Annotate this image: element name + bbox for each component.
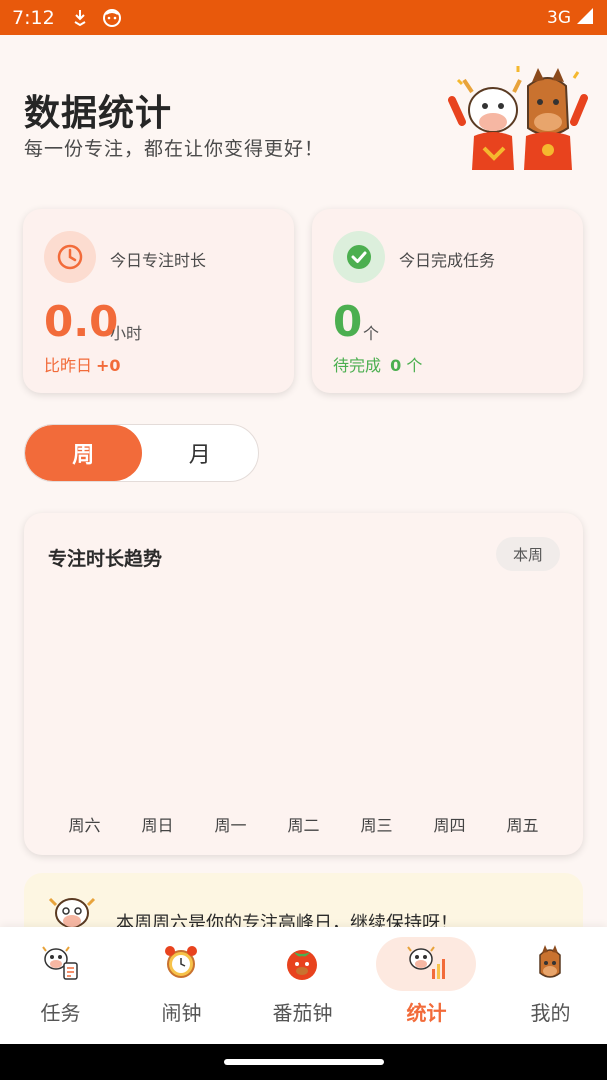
nav-item-stats[interactable]: 统计 bbox=[366, 927, 487, 1044]
mascot-illustration bbox=[448, 62, 588, 172]
tasks-completed-card: 今日完成任务 0 个 待完成 0 个 bbox=[312, 209, 583, 393]
cow-chart-icon bbox=[406, 943, 446, 983]
alarm-clock-icon bbox=[161, 943, 201, 983]
chart-x-tick-label: 周三 bbox=[360, 816, 392, 835]
focus-duration-value: 0.0 bbox=[44, 297, 119, 346]
system-nav-bar bbox=[0, 1044, 607, 1080]
download-icon bbox=[69, 7, 91, 29]
nav-label-pomodoro: 番茄钟 bbox=[272, 1001, 333, 1025]
focus-compare-label: 比昨日 bbox=[44, 356, 93, 375]
status-right: 3G bbox=[547, 7, 595, 29]
bottom-nav: 任务 闹钟 番茄钟 统计 我的 bbox=[0, 927, 607, 1044]
focus-duration-card: 今日专注时长 0.0 小时 比昨日 +0 bbox=[23, 209, 294, 393]
focus-trend-chart: 周六 周日 周一 周二 周三 周四 周五 bbox=[68, 816, 538, 835]
focus-trend-chart-card: 专注时长趋势 本周 周六 周日 周一 周二 周三 周四 周五 bbox=[24, 513, 583, 855]
tomato-icon bbox=[282, 943, 322, 983]
page-subtitle: 每一份专注，都在让你变得更好！ bbox=[24, 138, 325, 160]
nav-label-profile: 我的 bbox=[530, 1001, 571, 1025]
network-type: 3G bbox=[547, 7, 571, 28]
tasks-completed-value: 0 bbox=[333, 297, 363, 346]
nav-item-pomodoro[interactable]: 番茄钟 bbox=[242, 927, 363, 1044]
period-option-week[interactable]: 周 bbox=[25, 425, 142, 481]
status-bar: 7:12 3G bbox=[0, 0, 607, 35]
home-gesture-handle[interactable] bbox=[224, 1059, 384, 1065]
period-toggle: 周 月 bbox=[24, 424, 259, 482]
tasks-pending-value: 0 bbox=[390, 356, 402, 375]
tasks-completed-unit: 个 bbox=[363, 324, 380, 343]
signal-icon bbox=[575, 7, 595, 29]
page-title: 数据统计 bbox=[24, 93, 173, 134]
focus-duration-label: 今日专注时长 bbox=[110, 251, 207, 270]
chart-x-tick-label: 周二 bbox=[287, 816, 319, 835]
nav-item-profile[interactable]: 我的 bbox=[490, 927, 607, 1044]
tasks-pending-label: 待完成 bbox=[333, 356, 382, 375]
chart-x-tick-label: 周五 bbox=[506, 816, 538, 835]
nav-label-stats: 统计 bbox=[406, 1001, 447, 1025]
cow-task-icon bbox=[40, 943, 80, 983]
focus-duration-unit: 小时 bbox=[110, 324, 143, 343]
notification-face-icon bbox=[101, 7, 123, 29]
tasks-pending-unit: 个 bbox=[406, 356, 423, 375]
clock-icon bbox=[44, 231, 96, 283]
status-time: 7:12 bbox=[12, 6, 55, 29]
chart-x-tick-label: 周一 bbox=[214, 816, 246, 835]
nav-label-tasks: 任务 bbox=[40, 1001, 81, 1025]
nav-item-alarm[interactable]: 闹钟 bbox=[121, 927, 242, 1044]
chart-x-tick-label: 周四 bbox=[433, 816, 465, 835]
period-option-month[interactable]: 月 bbox=[142, 425, 259, 481]
chart-x-tick-label: 周六 bbox=[68, 816, 100, 835]
nav-label-alarm: 闹钟 bbox=[161, 1001, 202, 1025]
focus-compare: 比昨日 +0 bbox=[44, 352, 121, 376]
nav-item-tasks[interactable]: 任务 bbox=[0, 927, 121, 1044]
chart-x-tick-label: 周日 bbox=[141, 816, 173, 835]
check-icon bbox=[333, 231, 385, 283]
horse-icon bbox=[530, 943, 570, 983]
focus-compare-value: +0 bbox=[96, 356, 121, 375]
tasks-completed-label: 今日完成任务 bbox=[399, 251, 496, 270]
tasks-pending: 待完成 0 个 bbox=[333, 352, 422, 376]
